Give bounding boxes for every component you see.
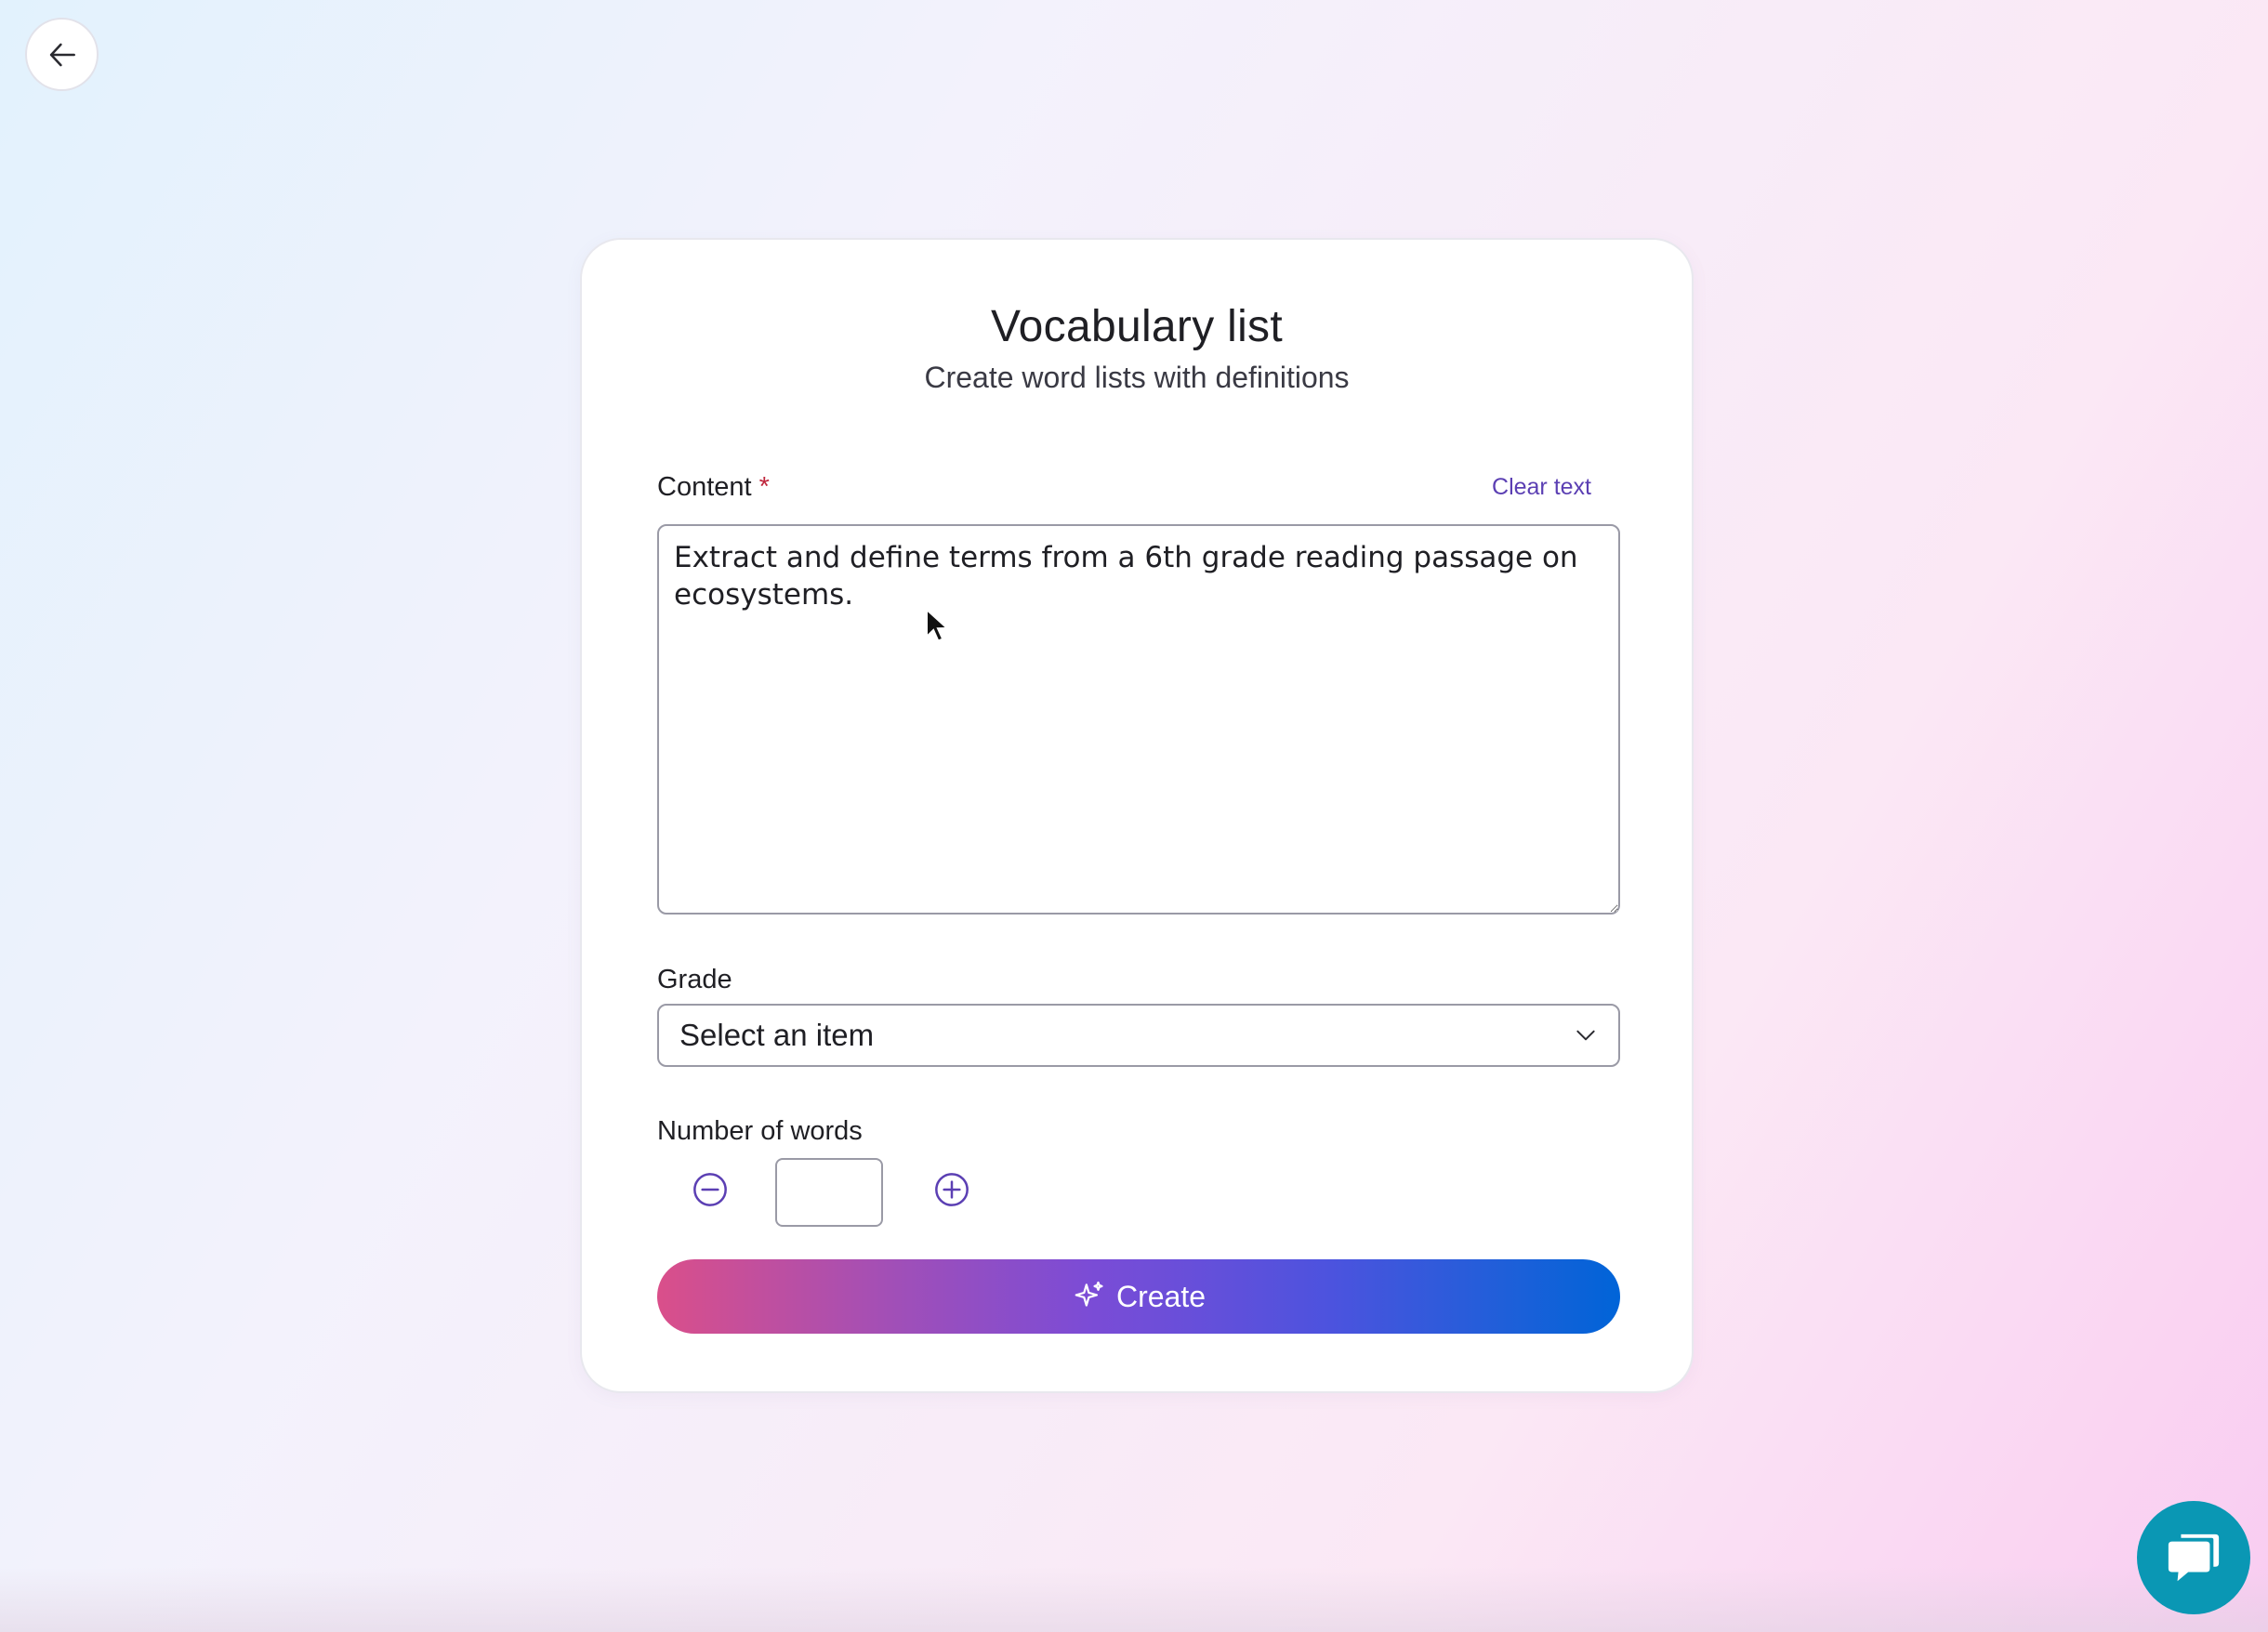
content-label: Content * — [657, 472, 770, 503]
create-button-label: Create — [1115, 1279, 1207, 1313]
plus-circle-icon — [935, 1173, 969, 1206]
content-label-text: Content — [657, 472, 752, 502]
chevron-down-icon — [1576, 1030, 1595, 1041]
back-button[interactable] — [25, 18, 99, 91]
page-subtitle: Create word lists with definitions — [924, 361, 1350, 394]
grade-select-value: Select an item — [679, 1018, 875, 1052]
decrement-button[interactable] — [690, 1169, 731, 1210]
clear-text-link[interactable]: Clear text — [1492, 474, 1591, 501]
mouse-cursor-icon — [926, 608, 949, 642]
content-textarea[interactable]: Extract and define terms from a 6th grad… — [657, 524, 1620, 915]
number-of-words-input[interactable] — [775, 1158, 883, 1227]
chat-bubble-icon — [2168, 1533, 2220, 1582]
create-button[interactable]: Create — [657, 1259, 1620, 1334]
minus-circle-icon — [693, 1173, 727, 1206]
page-title: Vocabulary list — [991, 302, 1283, 351]
sparkle-icon — [1075, 1281, 1103, 1307]
grade-label: Grade — [657, 965, 732, 994]
grade-select[interactable]: Select an item — [657, 1004, 1620, 1067]
number-of-words-label: Number of words — [657, 1116, 863, 1146]
bottom-fade — [0, 1567, 2268, 1632]
arrow-left-icon — [49, 43, 75, 66]
increment-button[interactable] — [931, 1169, 972, 1210]
required-mark: * — [758, 472, 770, 502]
vocabulary-form-card: Vocabulary list Create word lists with d… — [580, 238, 1694, 1393]
chat-button[interactable] — [2137, 1501, 2250, 1614]
